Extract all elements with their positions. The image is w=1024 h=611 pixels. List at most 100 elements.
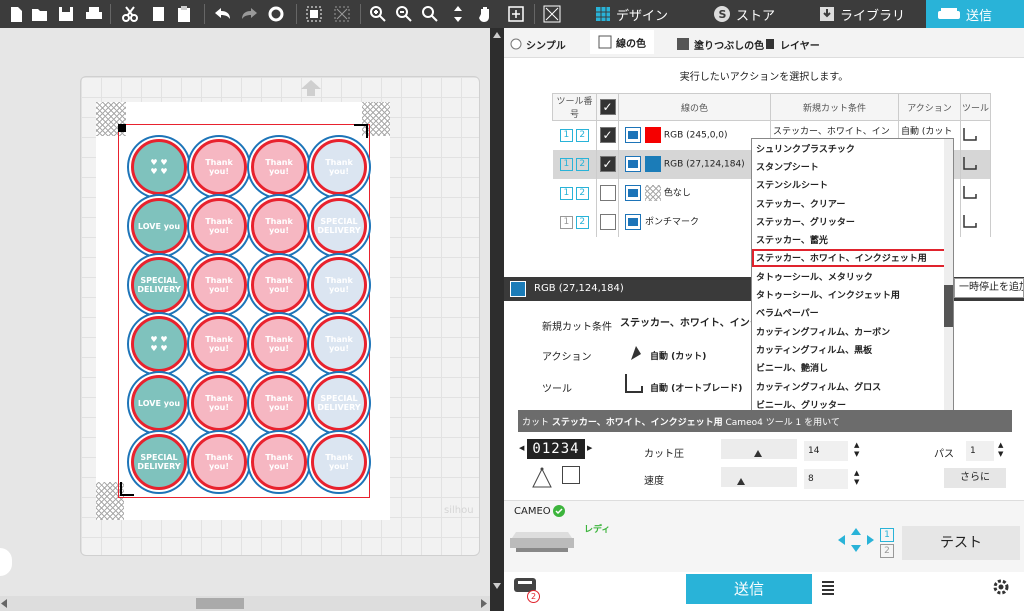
tool-1-button[interactable]: 1 [559,215,573,229]
queue-list-icon[interactable] [822,580,834,598]
tool-2-button[interactable]: 2 [575,157,589,171]
dropdown-option[interactable]: ステッカー、グリッター [752,212,953,230]
subtab-layer[interactable]: レイヤー [764,34,820,54]
sticker-pink-you[interactable]: Thank you! [191,434,247,490]
panel-divider[interactable] [490,28,504,611]
subtab-fill[interactable]: 塗りつぶしの色 [676,34,764,54]
ungroup-icon[interactable] [332,4,352,24]
sticker-pink-you[interactable]: Thank you! [251,257,307,313]
tab-library[interactable]: ライブラリ [812,0,918,28]
group-icon[interactable] [304,4,324,24]
scroll-left-icon[interactable] [0,599,8,608]
sticker-pink-you[interactable]: Thank you! [251,198,307,254]
gear-icon[interactable] [992,578,1010,596]
scissors-icon[interactable] [120,4,140,24]
sticker-teal-special[interactable]: SPECIAL DELIVERY [131,434,187,490]
tab-design[interactable]: デザイン [588,0,694,28]
add-pause-button[interactable]: 一時停止を追加 [954,278,1024,298]
sticker-pink-you[interactable]: Thank you! [251,139,307,195]
sticker-pink-you[interactable]: Thank you! [191,316,247,372]
horizontal-scrollbar[interactable] [0,596,490,611]
tool-2-button[interactable]: 2 [575,186,589,200]
test-button[interactable]: テスト [902,526,1020,560]
speed-stepper[interactable]: ▲ ▼ [854,469,859,487]
tool-1-button[interactable]: 1 [559,157,573,171]
dropdown-option[interactable]: タトゥーシール、メタリック [752,267,953,285]
row-checkbox[interactable] [599,185,616,201]
sticker-teal-hearts[interactable]: ♥ ♥ ♥ ♥ [131,316,187,372]
pass-stepper[interactable]: ▲ ▼ [998,441,1003,459]
refresh-icon[interactable] [266,4,286,24]
speed-input[interactable]: 8 [804,469,848,489]
print-icon[interactable] [84,4,104,24]
sticker-teal-special[interactable]: SPECIAL DELIVERY [131,257,187,313]
color-picker-icon[interactable] [625,185,641,201]
row-checkbox[interactable]: ✓ [599,156,616,172]
tab-send[interactable]: 送信 [926,0,1024,28]
pressure-slider[interactable] [721,439,797,459]
pan-hand-icon[interactable] [476,4,496,24]
action-value[interactable]: 自動 (カット) [650,349,706,362]
dropdown-option[interactable]: ステッカー、クリアー [752,194,953,212]
dropdown-option[interactable]: ステッカー、ホワイト、インクジェット用 [752,248,953,268]
trace-icon[interactable] [542,4,562,24]
blade-right-arrow-icon[interactable]: ▶ [587,444,592,452]
zoom-fit-icon[interactable] [420,4,440,24]
zoom-in-icon[interactable] [368,4,388,24]
sticker-teal-love[interactable]: LOVE you [131,375,187,431]
zoom-out-icon[interactable] [394,4,414,24]
sticker-blue-special[interactable]: SPECIAL DELIVERY [311,198,367,254]
redo-icon[interactable] [240,4,260,24]
sticker-pink-you[interactable]: Thank you! [251,375,307,431]
dropdown-scrollbar[interactable] [944,139,953,415]
pressure-stepper[interactable]: ▲ ▼ [854,441,859,459]
pass-input[interactable]: 1 [966,441,994,461]
sticker-blue-special[interactable]: SPECIAL DELIVERY [311,375,367,431]
sticker-teal-hearts[interactable]: ♥ ♥ ♥ ♥ [131,139,187,195]
blade-left-arrow-icon[interactable]: ◀ [519,444,524,452]
pressure-input[interactable]: 14 [804,441,848,461]
sticker-blue-you[interactable]: Thank you! [311,139,367,195]
scroll-down-icon[interactable] [493,583,501,589]
tool-1-button[interactable]: 1 [559,128,573,142]
scroll-right-icon[interactable] [480,599,488,608]
sticker-blue-you[interactable]: Thank you! [311,434,367,490]
dropdown-option[interactable]: ベラムペーパー [752,304,953,322]
sticker-pink-you[interactable]: Thank you! [191,198,247,254]
row-checkbox[interactable]: ✓ [599,127,616,144]
tab-store[interactable]: S ストア [706,0,806,28]
copy-icon[interactable] [148,4,168,24]
dropdown-option[interactable]: ビニール、艶消し [752,359,953,377]
dropdown-option[interactable]: スタンプシート [752,157,953,175]
move-arrows-icon[interactable] [838,528,874,552]
color-picker-icon[interactable] [625,214,641,230]
color-picker-icon[interactable] [625,127,641,144]
dropdown-option[interactable]: カッティングフィルム、カーボン [752,322,953,340]
slot-2-button[interactable]: 2 [880,544,894,558]
subtab-line[interactable]: 線の色 [590,30,654,54]
add-page-icon[interactable] [506,4,526,24]
dropdown-scroll-thumb[interactable] [944,285,953,327]
dropdown-option[interactable]: タトゥーシール、インクジェット用 [752,285,953,303]
cut-condition-dropdown[interactable]: シュリンクプラスチック スタンプシート ステンシルシート ステッカー、クリアー ステッカ… [751,138,954,416]
sticker-pink-you[interactable]: Thank you! [191,257,247,313]
dropdown-option[interactable]: シュリンクプラスチック [752,139,953,157]
sticker-pink-you[interactable]: Thank you! [191,375,247,431]
move-icon[interactable] [448,4,468,24]
tool-2-button[interactable]: 2 [575,128,589,142]
dropdown-option[interactable]: カッティングフィルム、グロス [752,377,953,395]
dropdown-option[interactable]: カッティングフィルム、黒板 [752,340,953,358]
open-folder-icon[interactable] [30,4,50,24]
dropdown-option[interactable]: ステッカー、蓄光 [752,230,953,248]
subtab-simple[interactable]: シンプル [510,34,566,54]
paste-icon[interactable] [174,4,194,24]
sticker-pink-you[interactable]: Thank you! [251,316,307,372]
col-check[interactable]: ✓ [596,93,619,121]
scroll-up-icon[interactable] [493,32,501,38]
sticker-blue-you[interactable]: Thank you! [311,257,367,313]
check-all-icon[interactable]: ✓ [599,99,616,115]
sticker-blue-you[interactable]: Thank you! [311,316,367,372]
sticker-pink-you[interactable]: Thank you! [191,139,247,195]
sticker-teal-love[interactable]: LOVE you [131,198,187,254]
new-doc-icon[interactable] [6,4,26,24]
